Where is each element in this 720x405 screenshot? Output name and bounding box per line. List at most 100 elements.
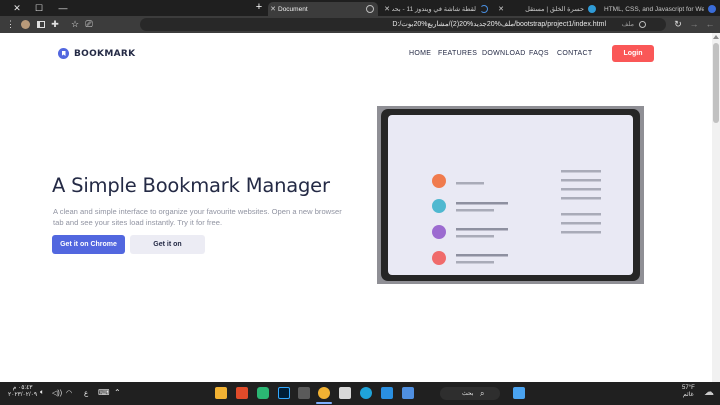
page-scrollbar[interactable] — [712, 33, 720, 382]
hero-title: A Simple Bookmark Manager — [52, 174, 330, 197]
close-tab-icon[interactable]: ✕ — [268, 5, 278, 13]
list-line — [456, 182, 484, 185]
list-line — [561, 179, 601, 182]
speaker-icon[interactable]: 🔈︎ — [40, 389, 44, 397]
nav-home[interactable]: HOME — [409, 50, 431, 57]
list-line — [561, 222, 601, 225]
mostaql-icon — [588, 5, 596, 13]
windows-taskbar: ٠٥:٤٣ م ٢٠٢٣/٠٢/٠٩ 🔈︎ ◁)) ◠ ع ⌨ ⌃ بحث ⌕ … — [0, 382, 720, 405]
terminal-icon[interactable] — [298, 387, 310, 399]
tray-overflow-icon[interactable]: ⌃ — [114, 388, 121, 397]
get-chrome-button[interactable]: Get it on Chrome — [52, 235, 125, 254]
nav-features[interactable]: FEATURES — [438, 50, 477, 57]
office-icon[interactable] — [236, 387, 248, 399]
nav-contact[interactable]: CONTACT — [557, 50, 592, 57]
reload-icon[interactable]: ↻ — [672, 16, 684, 33]
back-icon[interactable]: ← — [704, 16, 716, 33]
scroll-up-arrow-icon[interactable] — [713, 35, 719, 39]
vscode-icon[interactable] — [381, 387, 393, 399]
list-line — [456, 228, 508, 231]
list-line — [561, 170, 601, 173]
volume-icon[interactable]: ◁)) — [52, 389, 62, 397]
tab-mostaql[interactable]: حسرة الخلق | مستقل ✕ — [496, 2, 600, 16]
list-line — [456, 202, 508, 205]
close-tab-icon[interactable]: ✕ — [496, 5, 506, 13]
bookmark-list-illustration — [432, 170, 601, 265]
nav-download[interactable]: DOWNLOAD — [482, 50, 526, 57]
search-icon: ⌕ — [480, 389, 485, 398]
sidebar-icon[interactable] — [36, 16, 46, 33]
bookmark-star-icon[interactable]: ☆ — [70, 16, 80, 33]
list-line — [561, 188, 601, 191]
profile-icon[interactable] — [18, 16, 32, 33]
weather-temp: 57°F — [682, 385, 695, 391]
address-bar[interactable]: ☆ ⎚ D:/ملف%20جديد%20(2)/مشاريع%20بوت/boo… — [71, 18, 666, 31]
url-text[interactable]: D:/ملف%20جديد%20(2)/مشاريع%20بوت/bootstr… — [392, 18, 606, 31]
notepad-icon[interactable] — [339, 387, 351, 399]
browser-tab-bar: ✕ ☐ — + ✕ Document لقطة شاشة في ويندوز 1… — [0, 0, 720, 16]
minimize-window-button[interactable]: — — [52, 0, 74, 16]
list-line — [561, 213, 601, 216]
weather-widget[interactable]: 57°F غائم — [682, 385, 695, 399]
hero-description: A clean and simple interface to organize… — [53, 207, 342, 227]
extensions-icon[interactable]: ✚ — [50, 16, 60, 33]
figma-icon[interactable] — [257, 387, 269, 399]
cast-icon[interactable]: ⎚ — [84, 16, 94, 33]
get-firefox-button[interactable]: Get it on — [130, 235, 205, 254]
menu-dots-icon[interactable]: ⋮ — [6, 16, 15, 33]
tablet-device — [381, 109, 640, 281]
list-line — [561, 231, 601, 234]
site-info-icon[interactable] — [639, 21, 646, 28]
tab-coursera[interactable]: HTML, CSS, and Javascript for Web — [604, 2, 720, 16]
start-icon[interactable] — [513, 387, 525, 399]
tab-document[interactable]: ✕ Document — [268, 2, 378, 16]
tablet-screen — [388, 115, 633, 275]
close-window-button[interactable]: ✕ — [6, 0, 28, 16]
loading-spinner-icon — [480, 5, 488, 13]
purple-dot — [432, 225, 446, 239]
clock-date: ٢٠٢٣/٠٢/٠٩ — [8, 392, 38, 398]
file-protocol-label: ملف — [621, 21, 634, 28]
new-tab-button[interactable]: + — [254, 1, 264, 13]
edge-icon[interactable] — [360, 387, 372, 399]
close-tab-icon[interactable]: ✕ — [382, 5, 392, 13]
coursera-icon — [708, 5, 716, 13]
list-line — [561, 197, 601, 200]
keyboard-icon[interactable]: ⌨ — [98, 388, 110, 397]
brand-name: BOOKMARK — [74, 48, 136, 59]
browser-toolbar: ⋮ ✚ ☆ ⎚ D:/ملف%20جديد%20(2)/مشاريع%20بوت… — [0, 16, 720, 33]
language-indicator[interactable]: ع — [84, 389, 88, 397]
clock-time: ٠٥:٤٣ م — [12, 385, 33, 391]
store-icon[interactable] — [402, 387, 414, 399]
tab-title: حسرة الخلق | مستقل — [525, 6, 584, 13]
maximize-window-button[interactable]: ☐ — [28, 0, 50, 16]
tab-title: Document — [278, 5, 308, 13]
list-line — [456, 209, 494, 212]
orange-dot — [432, 174, 446, 188]
list-line — [456, 235, 494, 238]
list-line — [456, 261, 494, 264]
clock[interactable]: ٠٥:٤٣ م ٢٠٢٣/٠٢/٠٩ — [8, 385, 37, 399]
photoshop-icon[interactable] — [278, 387, 290, 399]
teal-dot — [432, 199, 446, 213]
login-button[interactable]: Login — [612, 45, 654, 62]
taskbar-search[interactable]: بحث ⌕ — [440, 387, 500, 400]
list-line — [456, 254, 508, 257]
tab-title: HTML, CSS, and Javascript for Web — [604, 5, 704, 13]
bookmark-icon — [58, 48, 69, 59]
cloud-icon: ☁ — [704, 387, 714, 398]
tab-title: لقطة شاشة في ويندوز 11 - بحث G — [392, 6, 476, 13]
forward-icon[interactable]: → — [688, 16, 700, 33]
file-explorer-icon[interactable] — [215, 387, 227, 399]
hero-illustration — [377, 106, 644, 284]
weather-label: غائم — [683, 392, 694, 398]
page-viewport: BOOKMARK HOME FEATURES DOWNLOAD FAQS CON… — [0, 33, 712, 382]
scroll-thumb[interactable] — [713, 43, 719, 123]
nav-faqs[interactable]: FAQS — [529, 50, 549, 57]
chrome-icon[interactable] — [318, 387, 330, 399]
tab-screenshot-search[interactable]: لقطة شاشة في ويندوز 11 - بحث G ✕ — [382, 2, 492, 16]
red-dot — [432, 251, 446, 265]
brand-logo[interactable]: BOOKMARK — [58, 48, 135, 59]
wifi-icon[interactable]: ◠ — [66, 389, 72, 397]
search-label: بحث — [462, 391, 474, 397]
